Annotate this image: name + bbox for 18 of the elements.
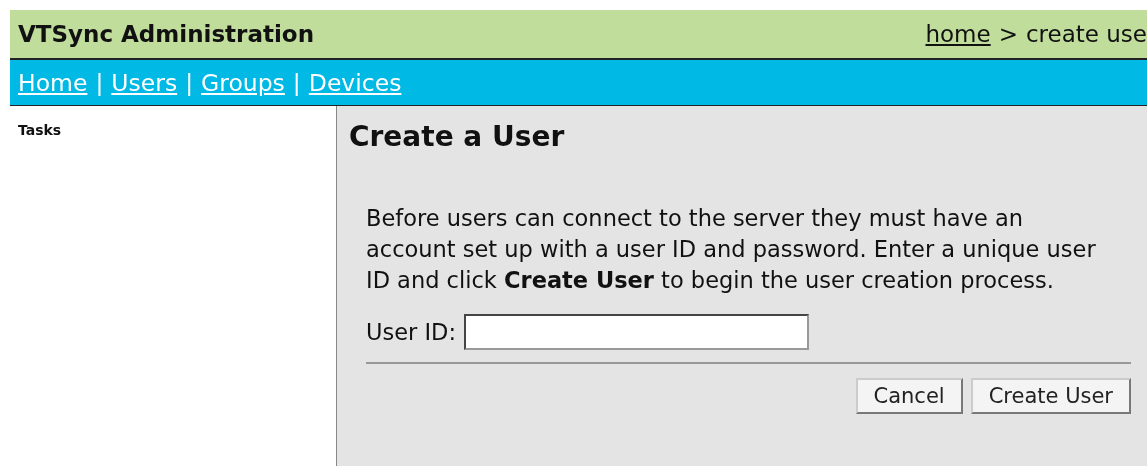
user-id-field[interactable] xyxy=(464,314,809,350)
breadcrumb-current: create use xyxy=(1025,21,1147,47)
nav-link[interactable]: Devices xyxy=(308,68,402,97)
nav-link[interactable]: Home xyxy=(18,68,88,97)
breadcrumb-link[interactable]: home xyxy=(925,21,991,47)
description: Before users can connect to the server they must have an account set up with a user ID and password. Enter a unique user ID and click Create User to begin the user creation process. xyxy=(366,204,1096,295)
breadcrumb-separator: > xyxy=(998,21,1018,47)
site-title: VTSync Administration xyxy=(18,21,315,47)
nav-separator: | xyxy=(185,68,194,97)
nav-separator: | xyxy=(95,68,104,97)
page-title: Create a User xyxy=(349,120,566,153)
nav-link[interactable]: Users xyxy=(111,68,178,97)
nav-link[interactable]: Groups xyxy=(201,68,285,97)
form-button[interactable]: Cancel xyxy=(855,378,963,414)
sidebar-title: Tasks xyxy=(18,122,62,138)
form-button[interactable]: Create User xyxy=(970,378,1131,414)
field-label: User ID: xyxy=(366,319,456,345)
nav-separator: | xyxy=(292,68,301,97)
